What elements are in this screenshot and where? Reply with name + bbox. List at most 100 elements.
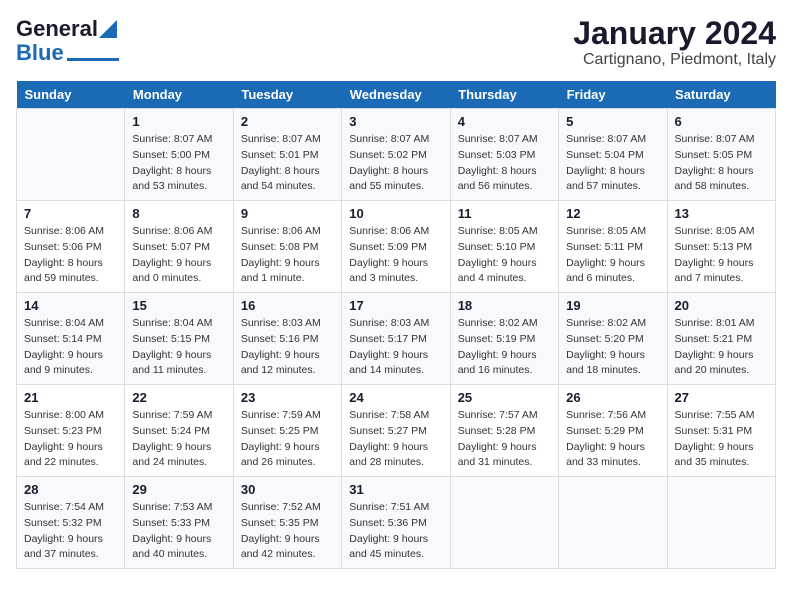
day-info-line: Sunrise: 7:52 AM: [241, 500, 334, 516]
day-info-line: Sunset: 5:02 PM: [349, 148, 442, 164]
day-info-line: Sunrise: 8:04 AM: [24, 316, 117, 332]
day-info-line: and 53 minutes.: [132, 179, 225, 195]
calendar-cell: 16Sunrise: 8:03 AMSunset: 5:16 PMDayligh…: [233, 293, 341, 385]
calendar-week-5: 28Sunrise: 7:54 AMSunset: 5:32 PMDayligh…: [17, 477, 776, 569]
day-info-line: Daylight: 9 hours: [458, 348, 551, 364]
day-info-line: Daylight: 9 hours: [241, 440, 334, 456]
day-info: Sunrise: 8:07 AMSunset: 5:05 PMDaylight:…: [675, 132, 768, 195]
day-info-line: and 1 minute.: [241, 271, 334, 287]
day-info-line: Daylight: 9 hours: [349, 440, 442, 456]
day-number: 6: [675, 114, 768, 129]
day-info-line: Sunset: 5:00 PM: [132, 148, 225, 164]
day-info: Sunrise: 7:53 AMSunset: 5:33 PMDaylight:…: [132, 500, 225, 563]
day-info: Sunrise: 8:06 AMSunset: 5:06 PMDaylight:…: [24, 224, 117, 287]
day-info-line: Sunrise: 8:02 AM: [566, 316, 659, 332]
day-number: 11: [458, 206, 551, 221]
day-info-line: Sunset: 5:27 PM: [349, 424, 442, 440]
logo-arrow-icon: [99, 20, 117, 38]
calendar-cell: 5Sunrise: 8:07 AMSunset: 5:04 PMDaylight…: [559, 109, 667, 201]
day-info-line: Daylight: 9 hours: [132, 532, 225, 548]
weekday-header-thursday: Thursday: [450, 81, 558, 109]
day-number: 8: [132, 206, 225, 221]
day-info-line: Daylight: 9 hours: [566, 256, 659, 272]
day-info-line: and 18 minutes.: [566, 363, 659, 379]
day-info-line: Sunset: 5:11 PM: [566, 240, 659, 256]
calendar-cell: [17, 109, 125, 201]
day-info: Sunrise: 8:07 AMSunset: 5:02 PMDaylight:…: [349, 132, 442, 195]
weekday-header-monday: Monday: [125, 81, 233, 109]
day-info-line: Sunrise: 8:01 AM: [675, 316, 768, 332]
day-number: 20: [675, 298, 768, 313]
day-info-line: Sunset: 5:15 PM: [132, 332, 225, 348]
calendar-cell: 10Sunrise: 8:06 AMSunset: 5:09 PMDayligh…: [342, 201, 450, 293]
day-info-line: Sunset: 5:16 PM: [241, 332, 334, 348]
calendar-cell: 2 Sunrise: 8:07 AMSunset: 5:01 PMDaylight…: [233, 109, 341, 201]
day-info-line: Sunrise: 8:07 AM: [349, 132, 442, 148]
day-number: 19: [566, 298, 659, 313]
calendar-week-4: 21 Sunrise: 8:00 AMSunset: 5:23 PMDayligh…: [17, 385, 776, 477]
day-number: 5: [566, 114, 659, 129]
day-info-line: Daylight: 9 hours: [241, 348, 334, 364]
day-info-line: and 31 minutes.: [458, 455, 551, 471]
day-info: Sunrise: 7:51 AMSunset: 5:36 PMDaylight:…: [349, 500, 442, 563]
day-info-line: Daylight: 9 hours: [24, 348, 117, 364]
day-info-line: and 58 minutes.: [675, 179, 768, 195]
day-info-line: Sunset: 5:29 PM: [566, 424, 659, 440]
weekday-header-sunday: Sunday: [17, 81, 125, 109]
day-info-line: Daylight: 9 hours: [458, 440, 551, 456]
day-info-line: Sunset: 5:10 PM: [458, 240, 551, 256]
page-subtitle: Cartignano, Piedmont, Italy: [573, 51, 776, 69]
day-info-line: and 3 minutes.: [349, 271, 442, 287]
day-number: 31: [349, 482, 442, 497]
day-info-line: Daylight: 8 hours: [132, 164, 225, 180]
calendar-cell: 9Sunrise: 8:06 AMSunset: 5:08 PMDaylight…: [233, 201, 341, 293]
day-info-line: Sunrise: 8:06 AM: [24, 224, 117, 240]
day-info-line: Sunset: 5:05 PM: [675, 148, 768, 164]
day-info-line: Sunset: 5:24 PM: [132, 424, 225, 440]
day-info-line: and 20 minutes.: [675, 363, 768, 379]
day-info: Sunrise: 7:58 AMSunset: 5:27 PMDaylight:…: [349, 408, 442, 471]
day-info-line: Sunrise: 8:05 AM: [566, 224, 659, 240]
day-info-line: Sunset: 5:19 PM: [458, 332, 551, 348]
day-info-line: and 33 minutes.: [566, 455, 659, 471]
day-info-line: Daylight: 9 hours: [349, 348, 442, 364]
day-info-line: and 12 minutes.: [241, 363, 334, 379]
logo-blue: Blue: [16, 40, 64, 66]
day-info-line: Sunrise: 7:57 AM: [458, 408, 551, 424]
day-info-line: Daylight: 9 hours: [241, 532, 334, 548]
calendar-cell: 28Sunrise: 7:54 AMSunset: 5:32 PMDayligh…: [17, 477, 125, 569]
day-info: Sunrise: 8:07 AMSunset: 5:01 PMDaylight:…: [241, 132, 334, 195]
day-info-line: Sunset: 5:25 PM: [241, 424, 334, 440]
title-block: January 2024 Cartignano, Piedmont, Italy: [573, 16, 776, 69]
day-info: Sunrise: 8:05 AMSunset: 5:11 PMDaylight:…: [566, 224, 659, 287]
calendar-cell: 3Sunrise: 8:07 AMSunset: 5:02 PMDaylight…: [342, 109, 450, 201]
day-number: 24: [349, 390, 442, 405]
calendar-cell: 30Sunrise: 7:52 AMSunset: 5:35 PMDayligh…: [233, 477, 341, 569]
calendar-cell: 24 Sunrise: 7:58 AMSunset: 5:27 PMDayligh…: [342, 385, 450, 477]
day-info-line: Daylight: 9 hours: [241, 256, 334, 272]
day-info: Sunrise: 8:00 AMSunset: 5:23 PMDaylight:…: [24, 408, 117, 471]
calendar-cell: 22Sunrise: 7:59 AMSunset: 5:24 PMDayligh…: [125, 385, 233, 477]
weekday-header-tuesday: Tuesday: [233, 81, 341, 109]
day-info-line: Sunset: 5:36 PM: [349, 516, 442, 532]
weekday-header-friday: Friday: [559, 81, 667, 109]
day-info-line: Sunrise: 8:05 AM: [675, 224, 768, 240]
day-number: 21: [24, 390, 117, 405]
day-info-line: and 28 minutes.: [349, 455, 442, 471]
day-info-line: and 4 minutes.: [458, 271, 551, 287]
day-info-line: Daylight: 9 hours: [675, 348, 768, 364]
day-info: Sunrise: 8:07 AMSunset: 5:00 PMDaylight:…: [132, 132, 225, 195]
calendar-cell: 17Sunrise: 8:03 AMSunset: 5:17 PMDayligh…: [342, 293, 450, 385]
day-info-line: Sunrise: 8:03 AM: [349, 316, 442, 332]
day-number: 2: [241, 114, 334, 129]
day-info-line: and 55 minutes.: [349, 179, 442, 195]
day-number: 28: [24, 482, 117, 497]
calendar-cell: 20Sunrise: 8:01 AMSunset: 5:21 PMDayligh…: [667, 293, 775, 385]
day-info-line: Sunrise: 8:03 AM: [241, 316, 334, 332]
calendar-cell: 25Sunrise: 7:57 AMSunset: 5:28 PMDayligh…: [450, 385, 558, 477]
day-info-line: Sunset: 5:20 PM: [566, 332, 659, 348]
day-info-line: Sunset: 5:14 PM: [24, 332, 117, 348]
day-info-line: Daylight: 8 hours: [349, 164, 442, 180]
day-number: 29: [132, 482, 225, 497]
day-info-line: Sunrise: 8:04 AM: [132, 316, 225, 332]
